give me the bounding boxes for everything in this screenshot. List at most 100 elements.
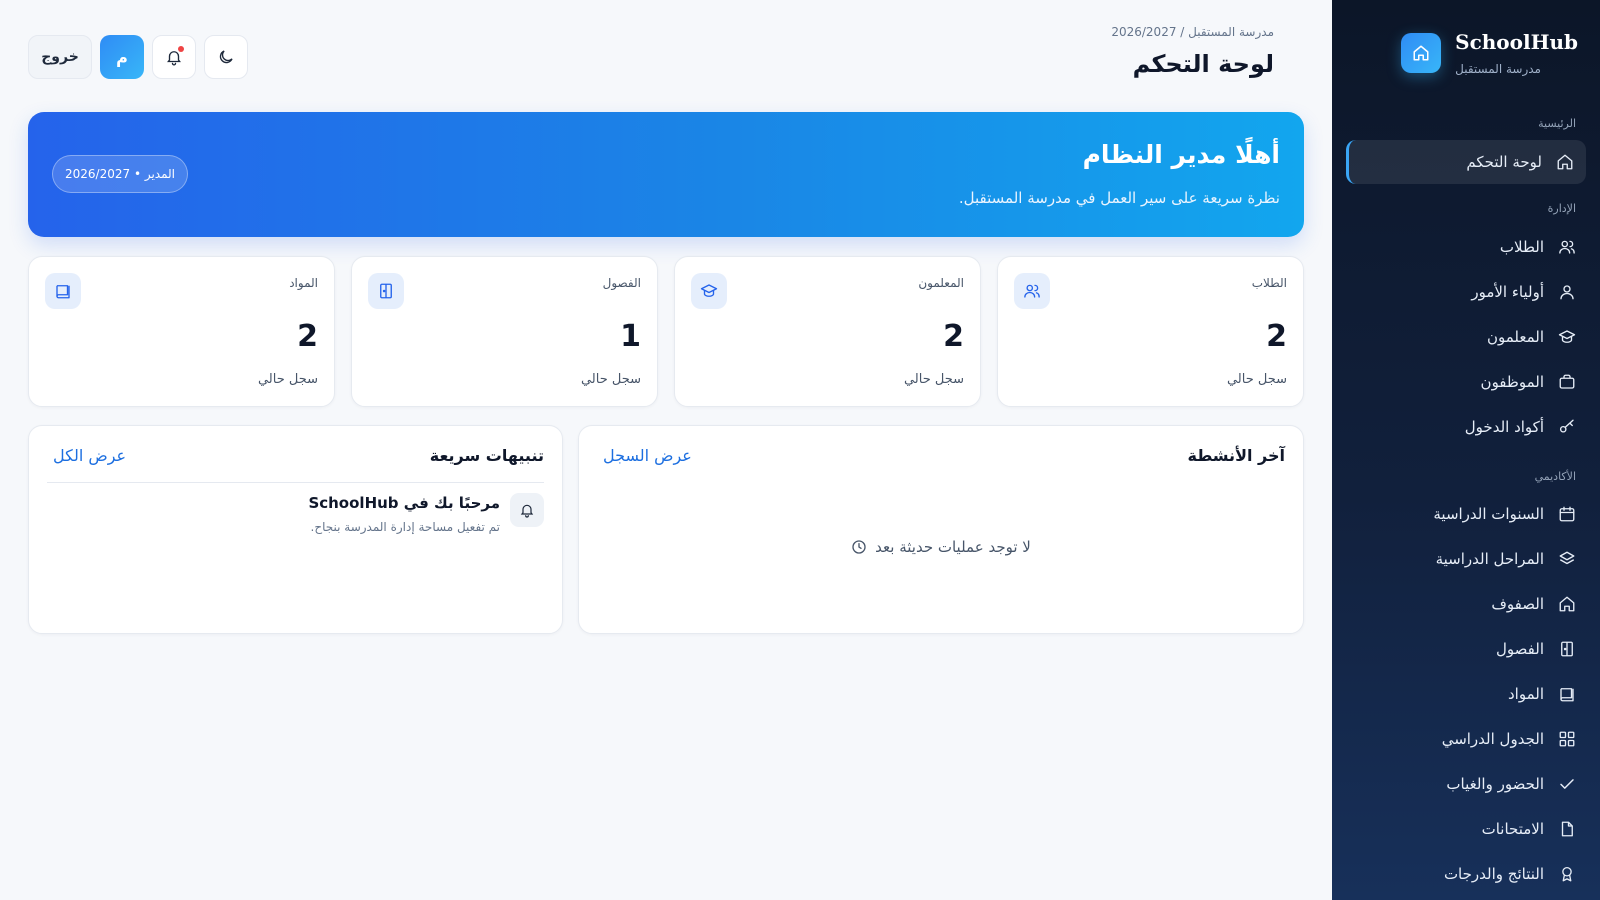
divider: [47, 482, 544, 483]
empty-state: لا توجد عمليات حديثة بعد: [579, 538, 1303, 556]
users-icon: [1014, 273, 1050, 309]
sidebar-item-dashboard[interactable]: لوحة التحكم: [1346, 140, 1586, 184]
welcome-title: أهلًا مدير النظام: [1082, 140, 1280, 169]
sidebar-item-subjects[interactable]: المواد: [1346, 672, 1588, 716]
sidebar-item-label: الطلاب: [1499, 238, 1544, 256]
stat-subtext: سجل حالي: [257, 372, 318, 387]
clock-icon: [851, 539, 867, 555]
sidebar-item-label: الجدول الدراسي: [1441, 730, 1544, 748]
panel-title: آخر الأنشطة: [1187, 446, 1285, 465]
sidebar-item-stages[interactable]: المراحل الدراسية: [1346, 537, 1588, 581]
sidebar-item-label: المراحل الدراسية: [1435, 550, 1544, 568]
sidebar-item-label: الامتحانات: [1481, 820, 1544, 838]
user-icon: [1558, 283, 1576, 301]
check-icon: [1558, 775, 1576, 793]
nav-section-academic: الأكاديمي: [1534, 470, 1576, 483]
stat-value: 2: [297, 319, 318, 354]
stat-value: 2: [1266, 319, 1287, 354]
sidebar-item-label: السنوات الدراسية: [1433, 505, 1544, 523]
role-year-badge: المدير • 2026/2027: [52, 155, 189, 193]
stat-card-classes[interactable]: الفصول 1 سجل حالي: [351, 256, 658, 407]
graduation-cap-icon: [1558, 328, 1576, 346]
moon-icon: [217, 48, 235, 66]
stat-label: المعلمون: [918, 276, 964, 290]
sidebar-item-label: المعلمون: [1486, 328, 1544, 346]
sidebar-item-label: المواد: [1507, 685, 1544, 703]
sidebar: SchoolHub مدرسة المستقبل الرئيسية لوحة ا…: [1332, 0, 1600, 900]
stat-subtext: سجل حالي: [903, 372, 964, 387]
sidebar-item-academic-years[interactable]: السنوات الدراسية: [1346, 492, 1588, 536]
home-icon: [1556, 153, 1574, 171]
breadcrumb: مدرسة المستقبل / 2026/2027: [1111, 25, 1274, 39]
sidebar-item-label: الصفوف: [1491, 595, 1544, 613]
stat-label: الفصول: [602, 276, 641, 290]
sidebar-item-exams[interactable]: الامتحانات: [1346, 807, 1588, 851]
stat-value: 1: [620, 319, 641, 354]
empty-state-text: لا توجد عمليات حديثة بعد: [875, 538, 1031, 556]
sidebar-item-grades[interactable]: الصفوف: [1346, 582, 1588, 626]
sidebar-item-parents[interactable]: أولياء الأمور: [1346, 270, 1588, 314]
brand-school: مدرسة المستقبل: [1455, 62, 1541, 76]
layers-icon: [1558, 550, 1576, 568]
grid-icon: [1558, 730, 1576, 748]
stat-label: الطلاب: [1251, 276, 1287, 290]
sidebar-item-students[interactable]: الطلاب: [1346, 225, 1588, 269]
view-all-link[interactable]: عرض الكل: [53, 446, 126, 465]
stat-subtext: سجل حالي: [1226, 372, 1287, 387]
graduation-cap-icon: [691, 273, 727, 309]
panel-title: تنبيهات سريعة: [429, 446, 544, 465]
sidebar-item-attendance[interactable]: الحضور والغياب: [1346, 762, 1588, 806]
sidebar-item-access-codes[interactable]: أكواد الدخول: [1346, 405, 1588, 449]
stat-label: المواد: [289, 276, 318, 290]
sidebar-item-label: الموظفون: [1480, 373, 1544, 391]
sidebar-item-label: لوحة التحكم: [1466, 153, 1542, 171]
sidebar-item-classes[interactable]: الفصول: [1346, 627, 1588, 671]
quick-alerts-panel: تنبيهات سريعة عرض الكل مرحبًا بك في Scho…: [28, 425, 563, 634]
sidebar-item-label: أكواد الدخول: [1464, 418, 1544, 436]
stat-card-teachers[interactable]: المعلمون 2 سجل حالي: [674, 256, 981, 407]
stat-subtext: سجل حالي: [580, 372, 641, 387]
stat-value: 2: [943, 319, 964, 354]
calendar-icon: [1558, 505, 1576, 523]
theme-toggle-button[interactable]: [204, 35, 248, 79]
users-icon: [1558, 238, 1576, 256]
topbar-actions: خروج م: [28, 35, 248, 79]
file-icon: [1558, 820, 1576, 838]
award-icon: [1558, 865, 1576, 883]
sidebar-item-label: أولياء الأمور: [1471, 283, 1544, 301]
sidebar-item-label: النتائج والدرجات: [1443, 865, 1544, 883]
book-icon: [1558, 685, 1576, 703]
sidebar-item-label: الحضور والغياب: [1446, 775, 1544, 793]
logout-button[interactable]: خروج: [28, 35, 92, 79]
nav-section-admin: الإدارة: [1547, 202, 1576, 215]
welcome-subtitle: نظرة سريعة على سير العمل في مدرسة المستق…: [958, 189, 1280, 207]
brand-text: SchoolHub مدرسة المستقبل: [1455, 30, 1578, 76]
notifications-button[interactable]: [152, 35, 196, 79]
sidebar-item-label: الفصول: [1496, 640, 1544, 658]
stat-card-subjects[interactable]: المواد 2 سجل حالي: [28, 256, 335, 407]
welcome-banner: أهلًا مدير النظام نظرة سريعة على سير الع…: [28, 112, 1304, 237]
stat-card-students[interactable]: الطلاب 2 سجل حالي: [997, 256, 1304, 407]
key-icon: [1558, 418, 1576, 436]
recent-activities-panel: آخر الأنشطة عرض السجل لا توجد عمليات حدي…: [578, 425, 1304, 634]
book-icon: [45, 273, 81, 309]
brand[interactable]: SchoolHub مدرسة المستقبل: [1401, 30, 1578, 76]
brand-name: SchoolHub: [1455, 30, 1578, 54]
briefcase-icon: [1558, 373, 1576, 391]
bell-icon: [510, 493, 544, 527]
alert-title: مرحبًا بك في SchoolHub: [308, 494, 500, 512]
home-icon: [1401, 33, 1442, 73]
home-icon: [1558, 595, 1576, 613]
door-icon: [368, 273, 404, 309]
view-log-link[interactable]: عرض السجل: [603, 446, 692, 465]
notification-dot: [178, 46, 184, 52]
avatar[interactable]: م: [100, 35, 144, 79]
sidebar-item-results[interactable]: النتائج والدرجات: [1346, 852, 1588, 896]
door-icon: [1558, 640, 1576, 658]
sidebar-item-teachers[interactable]: المعلمون: [1346, 315, 1588, 359]
page-title: لوحة التحكم: [1132, 50, 1274, 78]
nav-section-main: الرئيسية: [1538, 117, 1576, 130]
sidebar-item-schedule[interactable]: الجدول الدراسي: [1346, 717, 1588, 761]
alert-description: تم تفعيل مساحة إدارة المدرسة بنجاح.: [310, 520, 500, 534]
sidebar-item-staff[interactable]: الموظفون: [1346, 360, 1588, 404]
